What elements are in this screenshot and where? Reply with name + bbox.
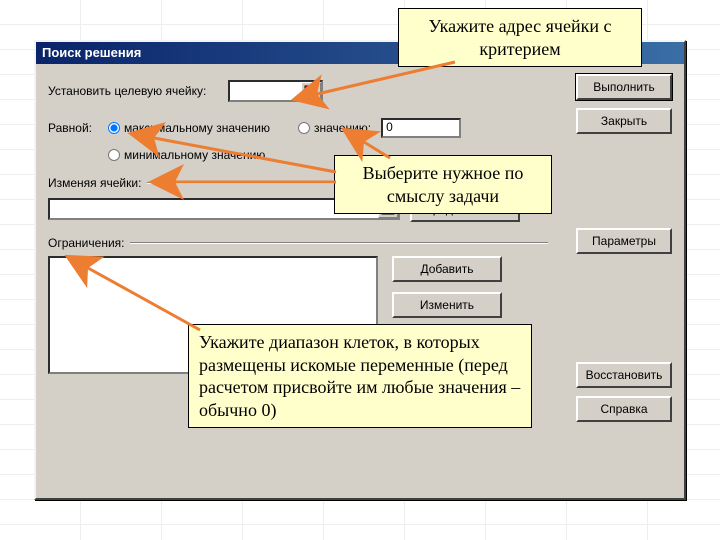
dialog-client: Выполнить Закрыть Параметры Восстановить…	[36, 64, 684, 498]
button-column: Выполнить Закрыть Параметры Восстановить…	[576, 74, 672, 422]
target-cell-field[interactable]	[228, 80, 323, 102]
radio-max[interactable]	[108, 122, 120, 134]
constraints-groupline: Ограничения:	[48, 236, 548, 250]
params-button[interactable]: Параметры	[576, 228, 672, 254]
radio-min-label: минимальному значению	[124, 148, 265, 162]
value-field[interactable]	[381, 118, 461, 138]
solver-dialog: Поиск решения Выполнить Закрыть Параметр…	[34, 40, 686, 500]
button-spacer-2	[576, 262, 672, 354]
radio-val-wrap[interactable]: значению:	[298, 121, 371, 135]
value-input[interactable]	[383, 120, 453, 134]
target-label: Установить целевую ячейку:	[48, 84, 228, 98]
equal-label: Равной:	[48, 121, 108, 135]
execute-button-label: Выполнить	[593, 80, 655, 94]
radio-min[interactable]	[108, 149, 120, 161]
callout-radio: Выберите нужное по смыслу задачи	[334, 155, 552, 214]
constraints-label: Ограничения:	[48, 236, 124, 250]
changing-input[interactable]	[50, 202, 377, 216]
radio-val-label: значению:	[314, 121, 371, 135]
change-button-label: Изменить	[420, 298, 474, 312]
help-button-label: Справка	[600, 402, 647, 416]
equal-row: Равной: максимальному значению значению:	[48, 118, 558, 138]
refedit-icon[interactable]	[301, 82, 321, 100]
restore-button[interactable]: Восстановить	[576, 362, 672, 388]
add-button[interactable]: Добавить	[392, 256, 502, 282]
execute-button[interactable]: Выполнить	[576, 74, 672, 100]
radio-max-wrap[interactable]: максимальному значению	[108, 121, 270, 135]
close-button-label: Закрыть	[601, 114, 647, 128]
radio-val[interactable]	[298, 122, 310, 134]
constraints-groupline-line	[130, 242, 548, 244]
callout-changing: Укажите диапазон клеток, в которых разме…	[188, 324, 532, 428]
close-button[interactable]: Закрыть	[576, 108, 672, 134]
params-button-label: Параметры	[592, 234, 656, 248]
changing-label: Изменяя ячейки:	[48, 176, 141, 190]
radio-max-label: максимальному значению	[124, 121, 270, 135]
change-button[interactable]: Изменить	[392, 292, 502, 318]
radio-min-wrap[interactable]: минимальному значению	[108, 148, 265, 162]
callout-target: Укажите адрес ячейки с критерием	[398, 8, 642, 67]
button-spacer	[576, 142, 672, 220]
target-cell-input[interactable]	[230, 84, 300, 98]
restore-button-label: Восстановить	[586, 368, 663, 382]
add-button-label: Добавить	[420, 262, 473, 276]
help-button[interactable]: Справка	[576, 396, 672, 422]
